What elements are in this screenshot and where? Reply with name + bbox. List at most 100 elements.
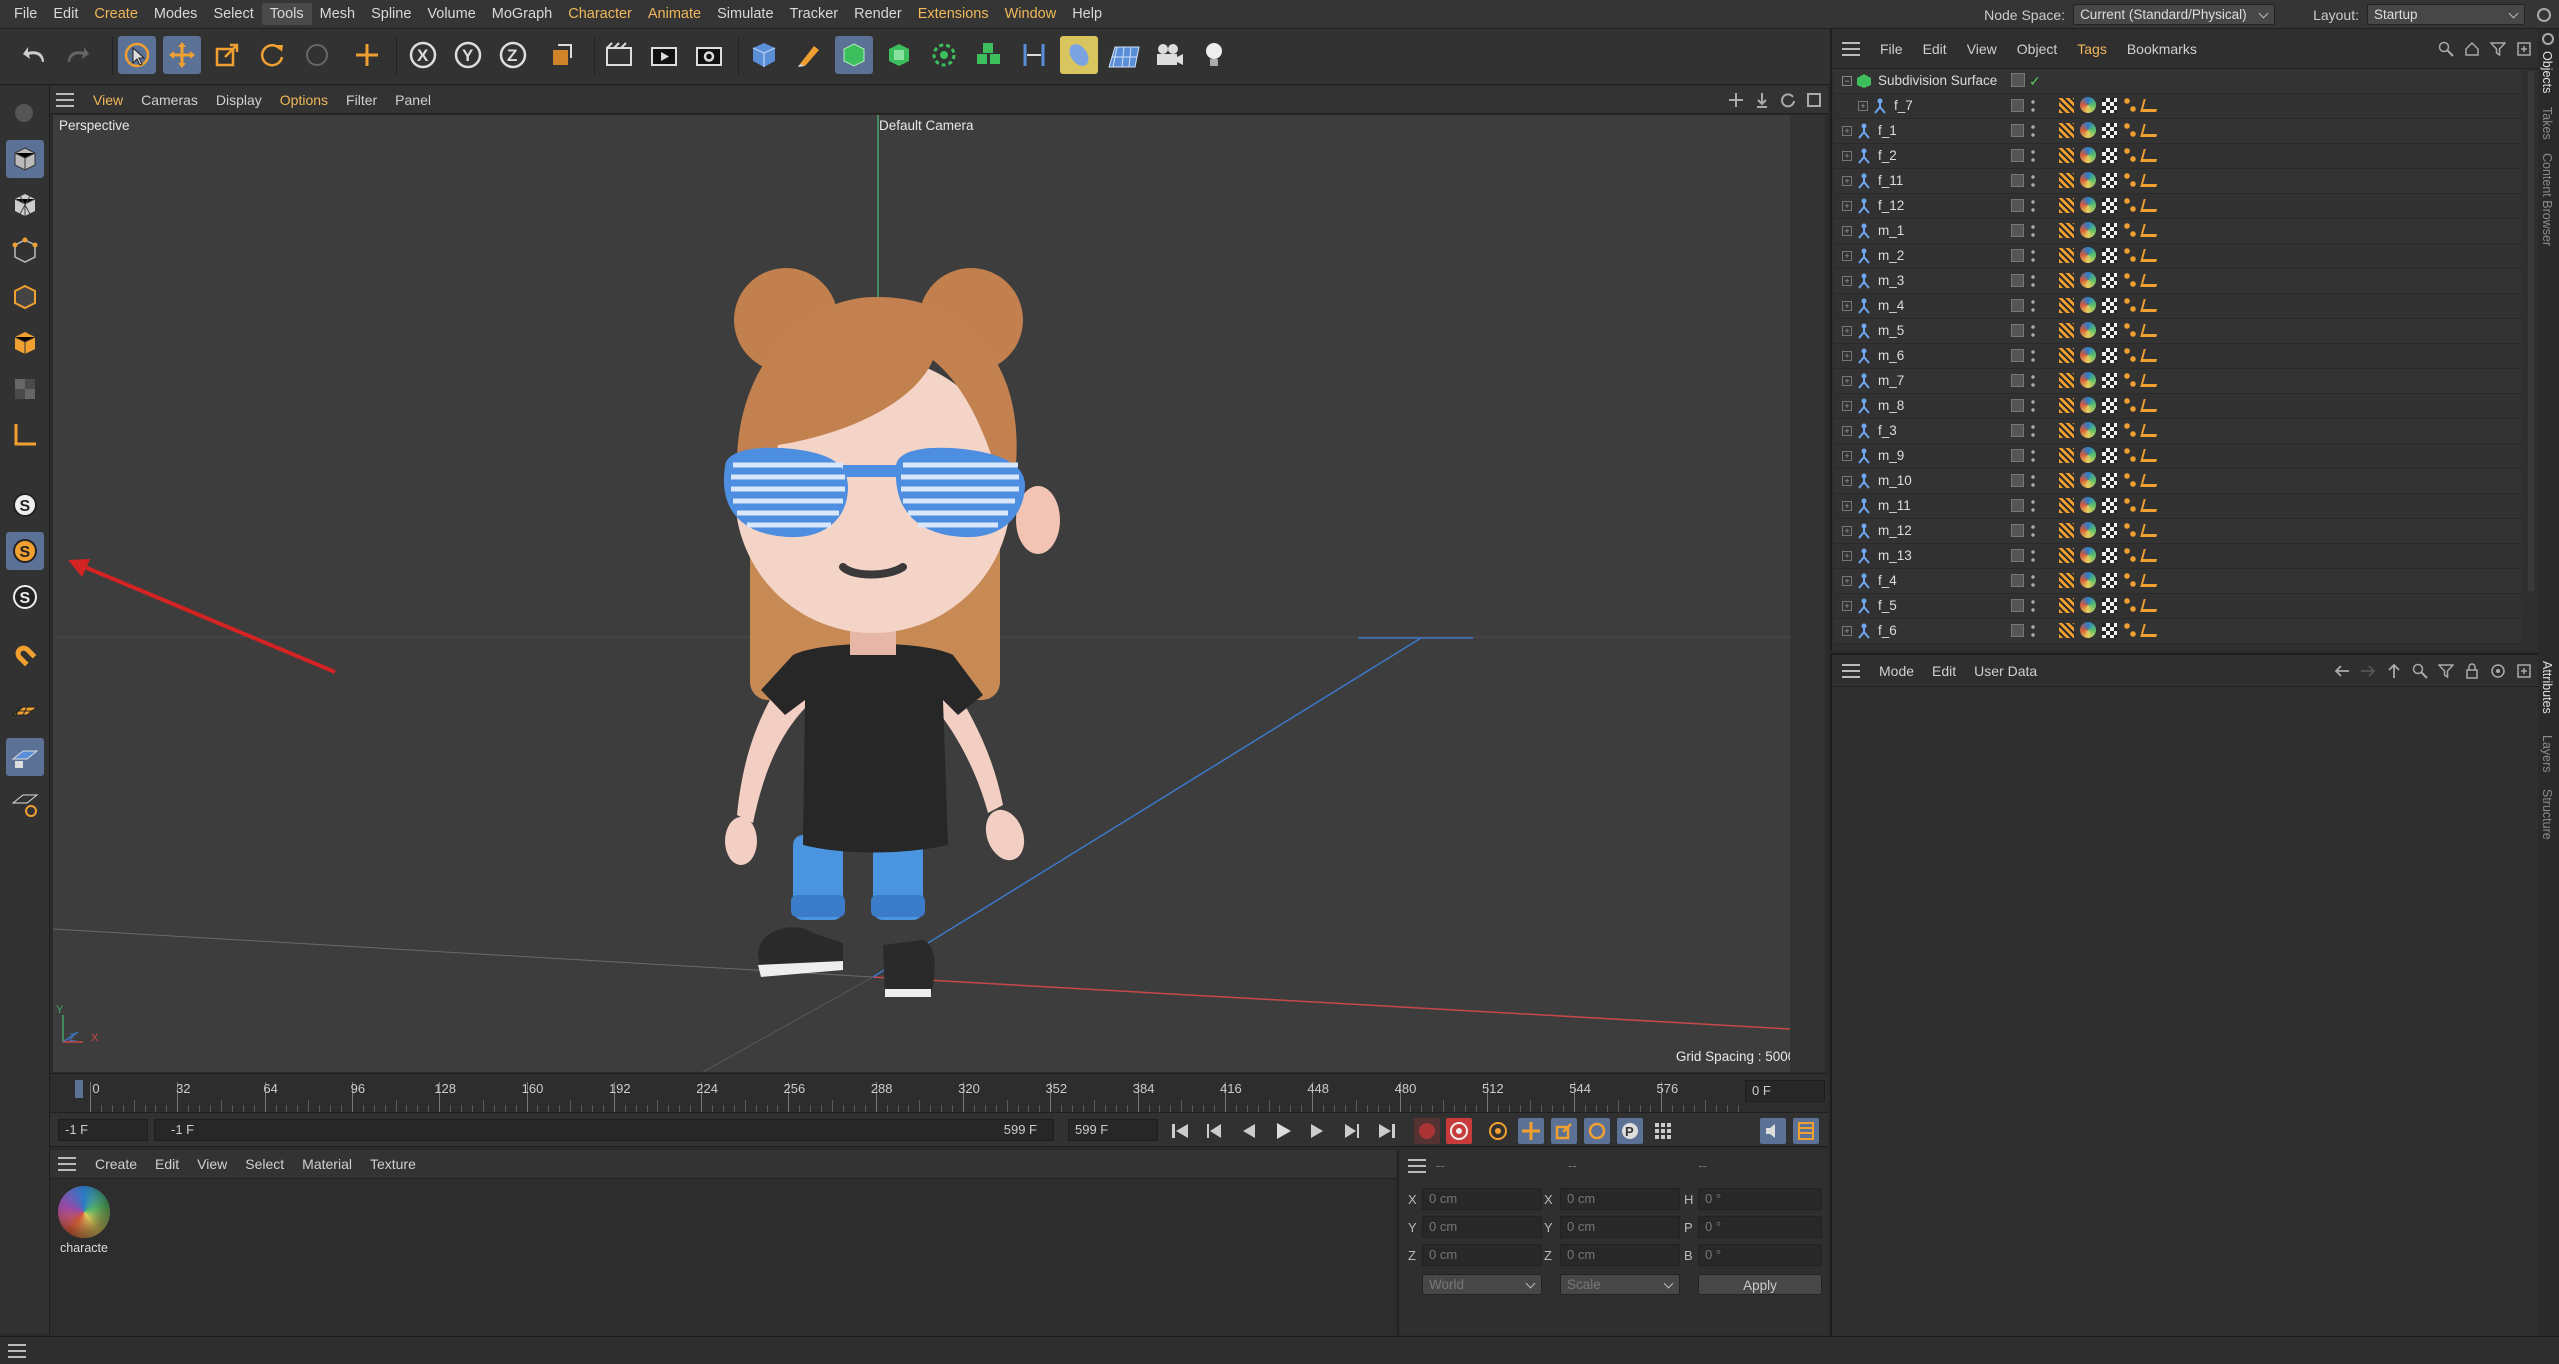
material-tag-icon[interactable] [2080, 197, 2096, 213]
expand-icon[interactable]: + [1842, 176, 1852, 186]
expand-icon[interactable]: + [1842, 151, 1852, 161]
start-frame-field[interactable]: -1 F [58, 1119, 148, 1141]
tab-content-browser[interactable]: Content Browser [2540, 153, 2554, 246]
sound-icon[interactable] [1760, 1118, 1786, 1144]
object-row[interactable]: + f_1 [1834, 119, 2522, 144]
filter-icon[interactable] [2490, 41, 2506, 57]
uvw-tag-icon[interactable] [2102, 223, 2117, 238]
new-window-icon[interactable] [2516, 41, 2532, 57]
expand-icon[interactable]: − [1842, 76, 1852, 86]
material-tag-icon[interactable] [2080, 397, 2096, 413]
viewport-nav-icons[interactable] [1728, 92, 1822, 108]
expand-icon[interactable]: + [1842, 276, 1852, 286]
weight-tag-icon[interactable] [2124, 273, 2136, 288]
material-tag-icon[interactable] [2080, 322, 2096, 338]
keyframe-selection-icon[interactable] [1485, 1118, 1511, 1144]
object-menu-icon[interactable] [1842, 41, 1860, 56]
tag-icon[interactable] [2059, 348, 2074, 363]
cloner-icon[interactable] [925, 36, 963, 74]
tag-icon[interactable] [2059, 498, 2074, 513]
menu-file[interactable]: File [6, 3, 45, 25]
tag-icon[interactable] [2059, 373, 2074, 388]
expand-icon[interactable]: + [1842, 451, 1852, 461]
material-tag-icon[interactable] [2080, 372, 2096, 388]
visibility-dots-icon[interactable] [2031, 249, 2035, 263]
node-space-dropdown[interactable]: Current (Standard/Physical) [2073, 4, 2276, 25]
live-selection-icon[interactable] [118, 36, 156, 74]
layer-toggle[interactable] [2011, 299, 2024, 312]
visibility-dots-icon[interactable] [2031, 374, 2035, 388]
viewport-menu-view[interactable]: View [84, 92, 132, 108]
layer-toggle[interactable] [2011, 399, 2024, 412]
forward-arrow-icon[interactable] [2360, 663, 2376, 679]
visibility-dots-icon[interactable] [2031, 474, 2035, 488]
size-y-field[interactable]: 0 cm [1560, 1216, 1680, 1238]
tag-icon[interactable] [2059, 148, 2074, 163]
expand-icon[interactable]: + [1842, 526, 1852, 536]
add-tool-icon[interactable] [348, 36, 386, 74]
uvw-tag-icon[interactable] [2102, 273, 2117, 288]
object-row[interactable]: + m_7 [1834, 369, 2522, 394]
layer-toggle[interactable] [2011, 324, 2024, 337]
layer-toggle[interactable] [2011, 174, 2024, 187]
visibility-dots-icon[interactable] [2031, 149, 2035, 163]
skin-tag-icon[interactable] [2140, 199, 2160, 212]
expand-icon[interactable]: + [1842, 301, 1852, 311]
object-menu-file[interactable]: File [1870, 41, 1913, 57]
pan-icon[interactable] [1728, 92, 1744, 108]
skin-tag-icon[interactable] [2140, 424, 2160, 437]
layer-toggle[interactable] [2011, 349, 2024, 362]
layer-toggle[interactable] [2011, 224, 2024, 237]
uvw-tag-icon[interactable] [2102, 398, 2117, 413]
material-tag-icon[interactable] [2080, 522, 2096, 538]
layer-toggle[interactable] [2011, 99, 2024, 112]
object-menu-view[interactable]: View [1957, 41, 2007, 57]
recent-tool-icon[interactable] [298, 36, 336, 74]
new-window-icon[interactable] [2516, 663, 2532, 679]
visibility-dots-icon[interactable] [2031, 349, 2035, 363]
skin-tag-icon[interactable] [2140, 99, 2160, 112]
enabled-check-icon[interactable]: ✓ [2029, 73, 2041, 90]
viewport-menu-icon[interactable] [56, 92, 74, 107]
material-tag-icon[interactable] [2080, 497, 2096, 513]
uvw-tag-icon[interactable] [2102, 523, 2117, 538]
weight-tag-icon[interactable] [2124, 198, 2136, 213]
menu-mograph[interactable]: MoGraph [484, 3, 560, 25]
rot-b-field[interactable]: 0 ° [1698, 1244, 1822, 1266]
weight-tag-icon[interactable] [2124, 523, 2136, 538]
weight-tag-icon[interactable] [2124, 573, 2136, 588]
layer-toggle[interactable] [2011, 474, 2024, 487]
tag-icon[interactable] [2059, 98, 2074, 113]
tag-icon[interactable] [2059, 423, 2074, 438]
tag-icon[interactable] [2059, 598, 2074, 613]
tab-layers[interactable]: Layers [2540, 735, 2554, 773]
target-icon[interactable] [2490, 663, 2506, 679]
end-frame-field[interactable]: 599 F [1068, 1119, 1158, 1141]
object-row[interactable]: + m_6 [1834, 344, 2522, 369]
expand-icon[interactable]: + [1842, 626, 1852, 636]
weight-tag-icon[interactable] [2124, 598, 2136, 613]
tab-objects[interactable]: Objects [2540, 51, 2554, 93]
expand-icon[interactable]: + [1842, 126, 1852, 136]
object-row[interactable]: + m_3 [1834, 269, 2522, 294]
expand-icon[interactable]: + [1842, 476, 1852, 486]
search-icon[interactable] [2412, 663, 2428, 679]
uvw-tag-icon[interactable] [2102, 348, 2117, 363]
mode-icon[interactable] [6, 94, 44, 132]
material-menu-view[interactable]: View [188, 1156, 236, 1172]
menu-edit[interactable]: Edit [45, 3, 86, 25]
subdivision-surface-icon[interactable] [835, 36, 873, 74]
tag-icon[interactable] [2059, 623, 2074, 638]
uvw-tag-icon[interactable] [2102, 448, 2117, 463]
layer-toggle[interactable] [2011, 574, 2024, 587]
render-picture-viewer-icon[interactable] [645, 36, 683, 74]
home-icon[interactable] [2464, 41, 2480, 57]
weight-tag-icon[interactable] [2124, 498, 2136, 513]
uvw-tag-icon[interactable] [2102, 548, 2117, 563]
material-tag-icon[interactable] [2080, 472, 2096, 488]
tab-structure[interactable]: Structure [2540, 789, 2554, 840]
weight-tag-icon[interactable] [2124, 98, 2136, 113]
redo-icon[interactable] [58, 36, 96, 74]
visibility-dots-icon[interactable] [2031, 174, 2035, 188]
object-row[interactable]: + f_3 [1834, 419, 2522, 444]
